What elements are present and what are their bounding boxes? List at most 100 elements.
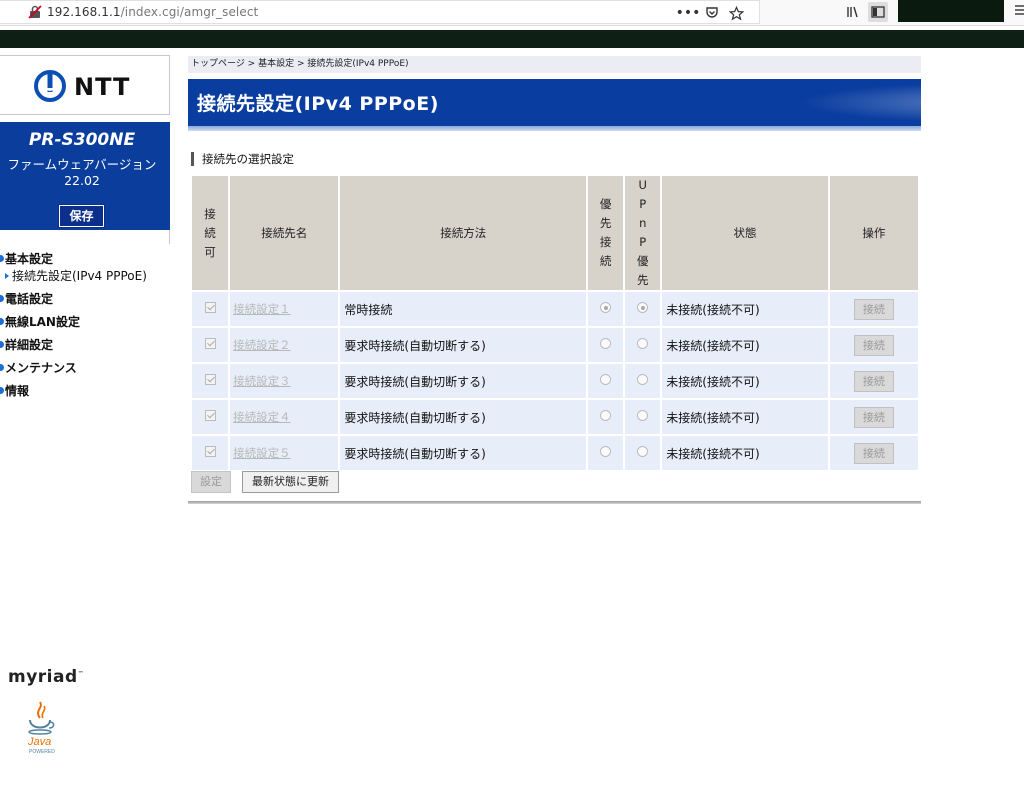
bookmark-star-icon[interactable] <box>726 3 746 23</box>
section-heading: 接続先の選択設定 <box>191 152 294 166</box>
name-cell: 接続設定１ <box>230 292 339 326</box>
connection-name-link[interactable]: 接続設定３ <box>230 374 291 388</box>
toolbar-dark-region <box>898 0 1004 22</box>
save-button[interactable]: 保存 <box>58 204 105 228</box>
sidebar-nav: 基本設定 接続先設定(IPv4 PPPoE) 電話設定 無線LAN設定 詳細設定… <box>0 250 172 405</box>
state-cell: 未接続(接続不可) <box>662 328 828 362</box>
connection-name-link[interactable]: 接続設定２ <box>230 338 291 352</box>
connection-table: 接続可 接続先名 接続方法 優先接続 UPnP優先 状態 操作 接続設定１ 常時接… <box>190 174 920 472</box>
name-cell: 接続設定２ <box>230 328 339 362</box>
col-method: 接続方法 <box>340 176 587 290</box>
col-action: 操作 <box>829 176 918 290</box>
connect-button[interactable]: 接続 <box>853 334 894 356</box>
name-cell: 接続設定５ <box>230 436 339 470</box>
action-cell: 接続 <box>829 328 918 362</box>
priority-cell <box>588 436 624 470</box>
col-name: 接続先名 <box>230 176 339 290</box>
connect-button[interactable]: 接続 <box>853 298 894 320</box>
method-cell: 要求時接続(自動切断する) <box>340 400 587 434</box>
enable-checkbox[interactable] <box>204 338 216 349</box>
table-row: 接続設定４ 要求時接続(自動切断する) 未接続(接続不可) 接続 <box>192 400 918 434</box>
pocket-icon[interactable] <box>702 3 722 23</box>
name-cell: 接続設定３ <box>230 364 339 398</box>
header-strip <box>0 30 1024 48</box>
connection-name-link[interactable]: 接続設定１ <box>230 302 291 316</box>
enable-checkbox[interactable] <box>204 302 216 313</box>
upnp-cell <box>625 400 661 434</box>
action-cell: 接続 <box>829 400 918 434</box>
nav-connection-settings[interactable]: 接続先設定(IPv4 PPPoE) <box>0 268 172 290</box>
state-cell: 未接続(接続不可) <box>662 364 828 398</box>
col-priority: 優先接続 <box>588 176 624 290</box>
enable-cell <box>192 364 229 398</box>
priority-radio[interactable] <box>600 302 612 313</box>
bullet-icon <box>0 255 4 262</box>
col-upnp: UPnP優先 <box>625 176 661 290</box>
upnp-radio[interactable] <box>637 338 649 349</box>
upnp-radio[interactable] <box>637 410 649 421</box>
upnp-cell <box>625 436 661 470</box>
triangle-icon <box>5 273 9 279</box>
method-cell: 要求時接続(自動切断する) <box>340 364 587 398</box>
upnp-radio[interactable] <box>637 302 649 313</box>
firmware-version: 22.02 <box>64 173 100 188</box>
priority-radio[interactable] <box>600 446 612 457</box>
enable-checkbox[interactable] <box>204 374 216 385</box>
insecure-lock-icon <box>28 5 42 19</box>
nav-wireless-lan-settings[interactable]: 無線LAN設定 <box>0 313 172 336</box>
sidebar-toggle-icon[interactable] <box>868 2 888 22</box>
set-button[interactable]: 設定 <box>191 471 231 493</box>
breadcrumb: トップページ > 基本設定 > 接続先設定(IPv4 PPPoE) <box>188 56 921 73</box>
enable-checkbox[interactable] <box>204 410 216 421</box>
enable-cell <box>192 292 229 326</box>
nav-phone-settings[interactable]: 電話設定 <box>0 290 172 313</box>
priority-radio[interactable] <box>600 374 612 385</box>
table-row: 接続設定３ 要求時接続(自動切断する) 未接続(接続不可) 接続 <box>192 364 918 398</box>
firmware-label: ファームウェアバージョン <box>7 157 157 172</box>
url-text: 192.168.1.1/index.cgi/amgr_select <box>47 5 259 19</box>
ntt-logo-box: NTT <box>0 55 170 115</box>
sidebar: NTT PR-S300NE ファームウェアバージョン 22.02 保存 基本設定… <box>0 50 172 808</box>
connect-button[interactable]: 接続 <box>853 442 894 464</box>
state-cell: 未接続(接続不可) <box>662 400 828 434</box>
page-title-bar: 接続先設定(IPv4 PPPoE) <box>188 79 921 126</box>
title-underline <box>188 126 921 131</box>
myriad-logo: myriad™ <box>8 667 85 687</box>
browser-toolbar: 192.168.1.1/index.cgi/amgr_select ••• <box>0 0 1024 26</box>
library-icon[interactable] <box>843 2 863 22</box>
priority-cell <box>588 292 624 326</box>
enable-cell <box>192 400 229 434</box>
upnp-cell <box>625 364 661 398</box>
nav-information[interactable]: 情報 <box>0 382 172 405</box>
bullet-icon <box>0 341 4 348</box>
model-panel-bottom <box>0 230 170 244</box>
java-logo: Java POWERED <box>24 700 58 762</box>
connect-button[interactable]: 接続 <box>853 406 894 428</box>
col-enable: 接続可 <box>192 176 229 290</box>
upnp-cell <box>625 328 661 362</box>
upnp-radio[interactable] <box>637 446 649 457</box>
state-cell: 未接続(接続不可) <box>662 436 828 470</box>
connection-name-link[interactable]: 接続設定５ <box>230 446 291 460</box>
method-cell: 要求時接続(自動切断する) <box>340 328 587 362</box>
upnp-cell <box>625 292 661 326</box>
priority-radio[interactable] <box>600 410 612 421</box>
ntt-logo: NTT <box>34 68 134 108</box>
connect-button[interactable]: 接続 <box>853 370 894 392</box>
nav-advanced-settings[interactable]: 詳細設定 <box>0 336 172 359</box>
nav-maintenance[interactable]: メンテナンス <box>0 359 172 382</box>
model-name: PR-S300NE <box>28 130 136 150</box>
hamburger-menu-icon[interactable] <box>1014 2 1024 22</box>
enable-checkbox[interactable] <box>204 446 216 457</box>
priority-radio[interactable] <box>600 338 612 349</box>
action-cell: 接続 <box>829 292 918 326</box>
state-cell: 未接続(接続不可) <box>662 292 828 326</box>
address-bar[interactable]: 192.168.1.1/index.cgi/amgr_select ••• <box>0 0 760 24</box>
page-actions-icon[interactable]: ••• <box>676 3 701 23</box>
upnp-radio[interactable] <box>637 374 649 385</box>
connection-name-link[interactable]: 接続設定４ <box>230 410 291 424</box>
java-text: Java <box>27 736 51 748</box>
refresh-button[interactable]: 最新状態に更新 <box>242 471 339 493</box>
bullet-icon <box>0 387 4 394</box>
priority-cell <box>588 364 624 398</box>
